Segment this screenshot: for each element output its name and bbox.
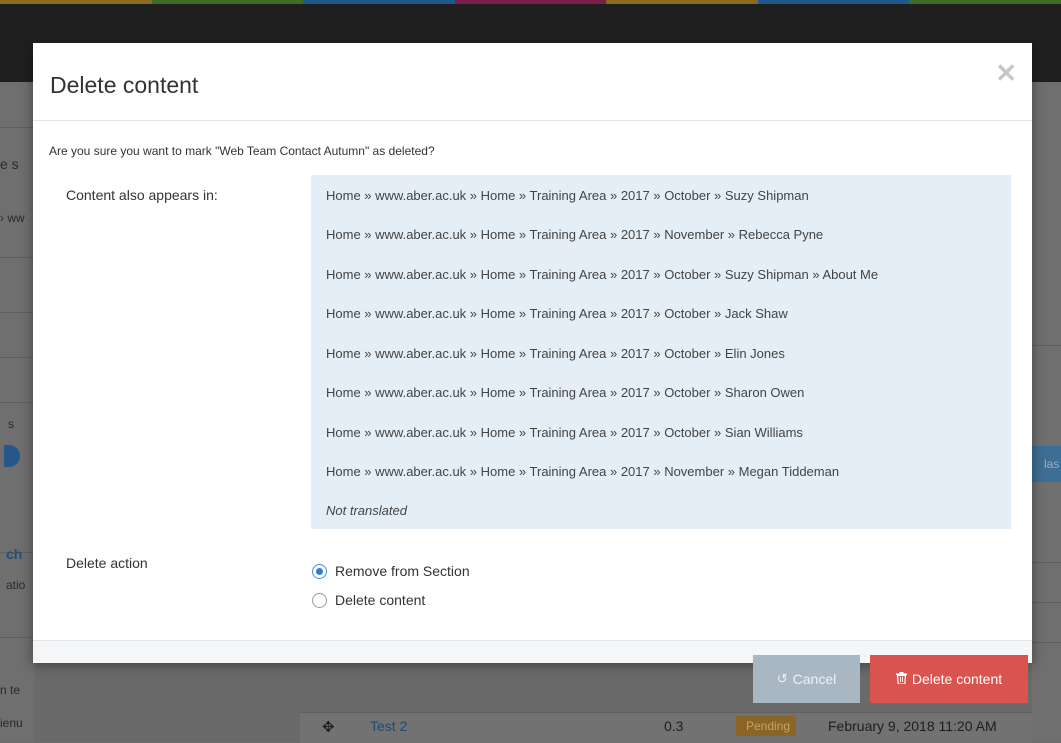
status-badge: Pending <box>736 716 797 736</box>
modal-title: Delete content <box>50 72 199 98</box>
cancel-button-label: Cancel <box>792 671 837 687</box>
background-text-fragment: s <box>8 417 14 431</box>
list-item: Home » www.aber.ac.uk » Home » Training … <box>326 425 803 440</box>
background-row-title: Test 2 <box>370 718 408 734</box>
radio-button[interactable] <box>312 592 327 608</box>
delete-button-label: Delete content <box>911 671 1003 687</box>
delete-content-modal: Delete content ✕ Are you sure you want t… <box>33 43 1032 703</box>
confirmation-question: Are you sure you want to mark "Web Team … <box>49 144 435 158</box>
not-translated-note: Not translated <box>326 503 407 518</box>
close-icon[interactable]: ✕ <box>995 60 1017 86</box>
radio-remove-from-section[interactable]: Remove from Section <box>312 563 470 579</box>
radio-button-selected[interactable] <box>312 563 327 579</box>
background-text-fragment: atio <box>6 578 26 592</box>
move-icon: ✥ <box>322 719 335 736</box>
list-item: Home » www.aber.ac.uk » Home » Training … <box>326 346 785 361</box>
radio-label: Remove from Section <box>335 563 470 579</box>
appears-in-label: Content also appears in: <box>66 187 218 203</box>
list-item: Home » www.aber.ac.uk » Home » Training … <box>326 227 824 242</box>
delete-action-label: Delete action <box>66 555 148 571</box>
background-text-fragment: › ww <box>0 211 25 225</box>
undo-icon: ↺ <box>776 671 788 686</box>
appears-in-list: Home » www.aber.ac.uk » Home » Training … <box>311 175 1011 529</box>
radio-label: Delete content <box>335 592 426 608</box>
list-item: Home » www.aber.ac.uk » Home » Training … <box>326 385 805 400</box>
delete-content-button[interactable]: Delete content <box>870 655 1028 703</box>
trash-icon <box>895 671 907 687</box>
list-item: Home » www.aber.ac.uk » Home » Training … <box>326 188 809 203</box>
modal-header: Delete content ✕ <box>33 43 1032 121</box>
cancel-button[interactable]: ↺ Cancel <box>753 655 860 703</box>
background-text-fragment: ch <box>6 546 23 562</box>
app-color-stripe <box>0 0 1061 4</box>
background-right-panel <box>1032 82 1061 742</box>
background-text-fragment: ienu <box>0 716 23 730</box>
background-row-date: February 9, 2018 11:20 AM <box>828 718 997 734</box>
list-item: Home » www.aber.ac.uk » Home » Training … <box>326 306 788 321</box>
background-text-fragment: n te <box>0 683 21 697</box>
background-text-fragment: e s <box>0 156 19 172</box>
background-button: las <box>1032 446 1061 482</box>
list-item: Home » www.aber.ac.uk » Home » Training … <box>326 464 840 479</box>
background-row-version: 0.3 <box>664 718 684 734</box>
radio-delete-content[interactable]: Delete content <box>312 592 425 608</box>
list-item: Home » www.aber.ac.uk » Home » Training … <box>326 267 879 282</box>
background-sidebar <box>0 82 34 742</box>
